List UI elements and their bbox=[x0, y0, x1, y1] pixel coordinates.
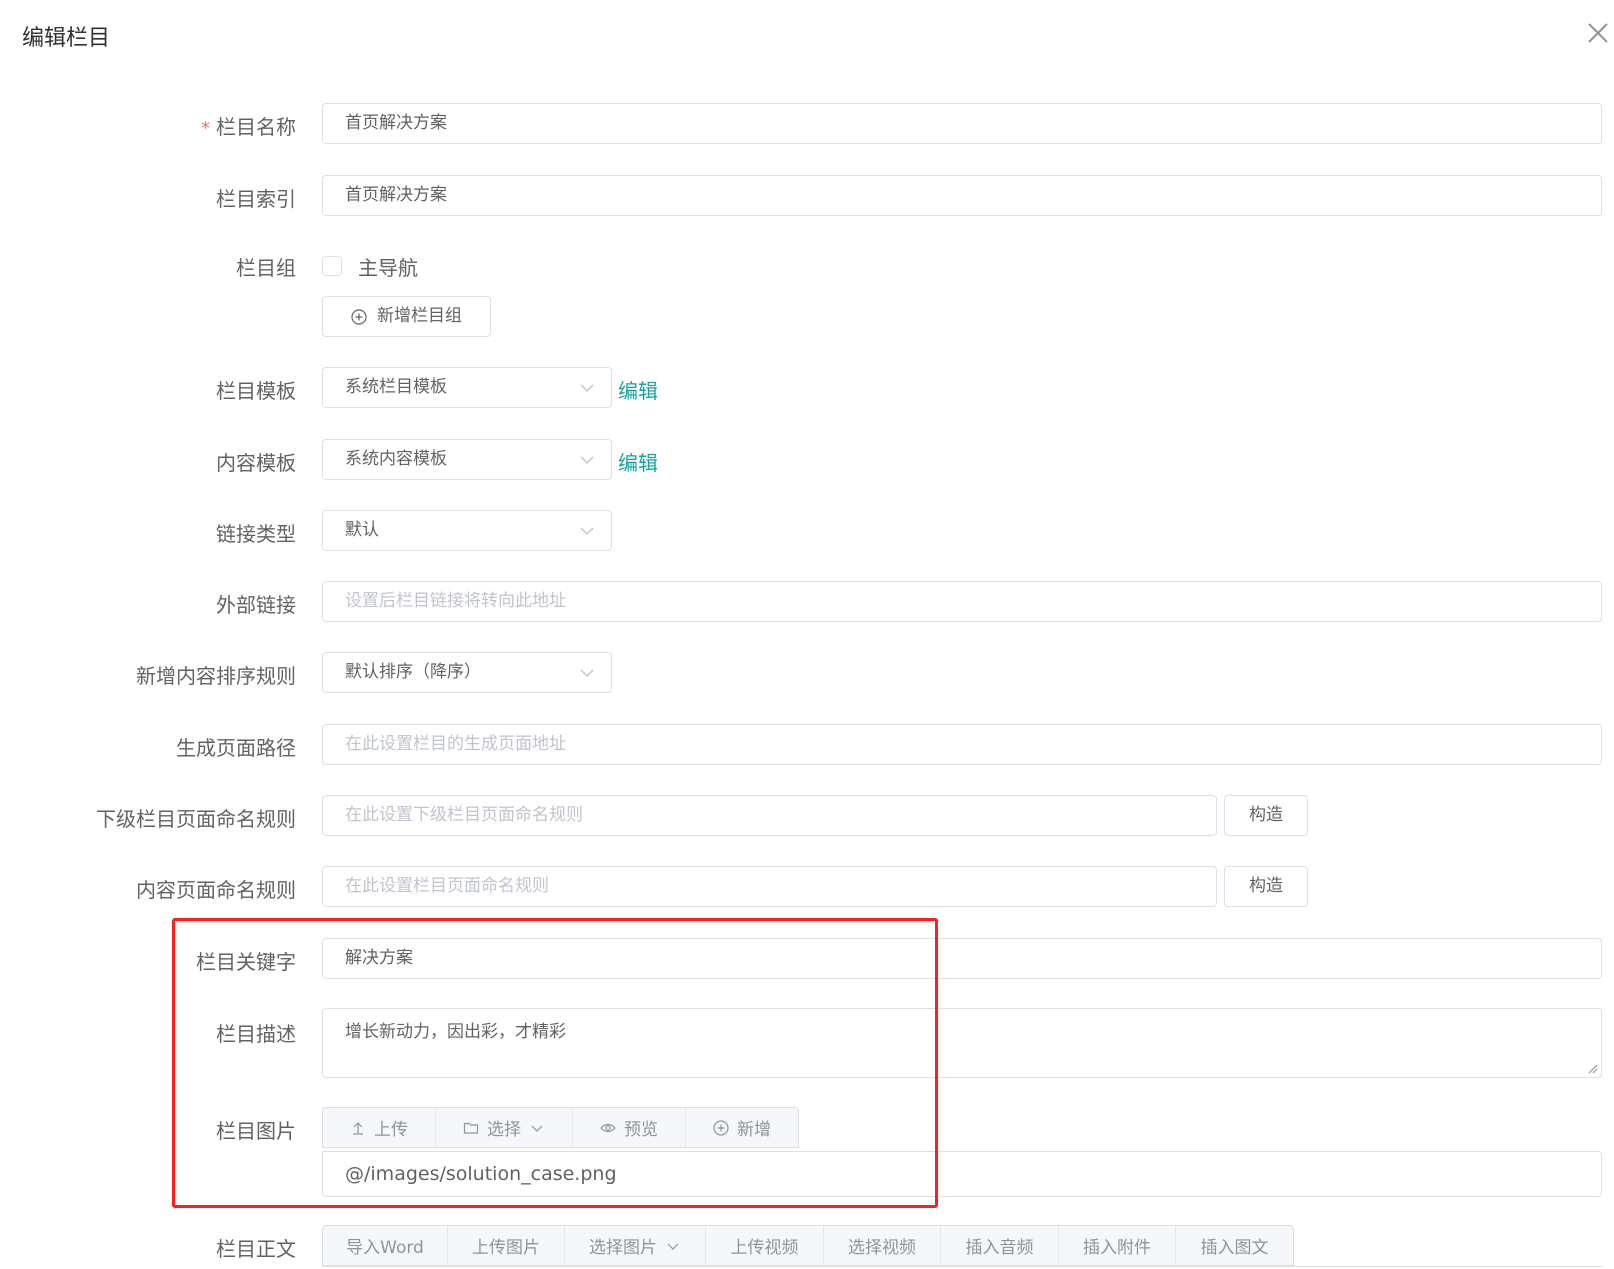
field-label-external-link: 外部链接 bbox=[216, 593, 296, 617]
plus-circle-icon bbox=[351, 308, 367, 325]
content-template-value: 系统内容模板 bbox=[345, 449, 447, 469]
insert-audio-button[interactable]: 插入音频 bbox=[941, 1226, 1059, 1265]
image-select-button[interactable]: 选择 bbox=[436, 1108, 573, 1147]
index-input[interactable]: 首页解决方案 bbox=[322, 175, 1602, 216]
construct-content-naming-button[interactable]: 构造 bbox=[1224, 866, 1308, 907]
select-image-label: 选择图片 bbox=[589, 1238, 657, 1258]
edit-content-template-link[interactable]: 编辑 bbox=[618, 447, 658, 476]
required-mark: * bbox=[201, 118, 210, 139]
main-nav-checkbox-label[interactable]: 主导航 bbox=[358, 252, 418, 281]
chevron-down-icon bbox=[580, 669, 594, 678]
image-preview-button[interactable]: 预览 bbox=[573, 1108, 686, 1147]
chevron-down-icon bbox=[580, 456, 594, 465]
external-link-input[interactable]: 设置后栏目链接将转向此地址 bbox=[322, 581, 1602, 622]
field-label-index: 栏目索引 bbox=[216, 187, 296, 211]
keywords-input[interactable]: 解决方案 bbox=[322, 938, 1602, 979]
plus-circle-icon bbox=[713, 1119, 729, 1136]
add-channel-group-label: 新增栏目组 bbox=[377, 306, 462, 326]
image-preview-label: 预览 bbox=[624, 1120, 658, 1140]
select-image-button[interactable]: 选择图片 bbox=[565, 1226, 706, 1265]
image-button-group: 上传 选择 预览 新增 bbox=[322, 1107, 799, 1148]
sort-rule-value: 默认排序（降序） bbox=[345, 662, 481, 682]
chevron-down-icon bbox=[667, 1243, 679, 1250]
insert-image-text-button[interactable]: 插入图文 bbox=[1176, 1226, 1293, 1265]
folder-icon bbox=[463, 1122, 479, 1134]
field-label-content-template: 内容模板 bbox=[216, 451, 296, 475]
chevron-down-icon bbox=[531, 1125, 543, 1132]
construct-child-naming-button[interactable]: 构造 bbox=[1224, 795, 1308, 836]
chevron-down-icon bbox=[580, 527, 594, 536]
channel-template-select[interactable]: 系统栏目模板 bbox=[322, 367, 612, 408]
image-path-input[interactable]: @/images/solution_case.png bbox=[322, 1151, 1602, 1197]
edit-channel-template-link[interactable]: 编辑 bbox=[618, 375, 658, 404]
field-label-child-naming: 下级栏目页面命名规则 bbox=[96, 807, 296, 831]
content-template-select[interactable]: 系统内容模板 bbox=[322, 439, 612, 480]
main-nav-checkbox[interactable] bbox=[322, 256, 342, 276]
image-upload-button[interactable]: 上传 bbox=[323, 1108, 436, 1147]
field-label-page-path: 生成页面路径 bbox=[176, 736, 296, 760]
add-channel-group-button[interactable]: 新增栏目组 bbox=[322, 296, 491, 337]
field-label-content-naming: 内容页面命名规则 bbox=[136, 878, 296, 902]
channel-template-value: 系统栏目模板 bbox=[345, 377, 447, 397]
field-label-keywords: 栏目关键字 bbox=[196, 950, 296, 974]
content-naming-input[interactable]: 在此设置栏目页面命名规则 bbox=[322, 866, 1217, 907]
insert-attachment-button[interactable]: 插入附件 bbox=[1059, 1226, 1176, 1265]
field-label-channel-template: 栏目模板 bbox=[216, 379, 296, 403]
dialog-title: 编辑栏目 bbox=[22, 26, 111, 51]
chevron-down-icon bbox=[580, 384, 594, 393]
field-label-body: 栏目正文 bbox=[216, 1237, 296, 1261]
upload-video-button[interactable]: 上传视频 bbox=[706, 1226, 824, 1265]
field-label-image: 栏目图片 bbox=[216, 1119, 296, 1143]
child-naming-input[interactable]: 在此设置下级栏目页面命名规则 bbox=[322, 795, 1217, 836]
description-textarea[interactable]: 增长新动力，因出彩，才精彩 bbox=[322, 1008, 1602, 1078]
image-add-button[interactable]: 新增 bbox=[686, 1108, 798, 1147]
link-type-select[interactable]: 默认 bbox=[322, 510, 612, 551]
body-editor-toolbar: 导入Word 上传图片 选择图片 上传视频 选择视频 插入音频 插入附件 插入图… bbox=[322, 1225, 1294, 1266]
image-select-label: 选择 bbox=[487, 1120, 521, 1140]
select-video-button[interactable]: 选择视频 bbox=[824, 1226, 941, 1265]
field-label-sort-rule: 新增内容排序规则 bbox=[136, 664, 296, 688]
close-icon[interactable] bbox=[1583, 18, 1613, 48]
field-label-link-type: 链接类型 bbox=[216, 522, 296, 546]
sort-rule-select[interactable]: 默认排序（降序） bbox=[322, 652, 612, 693]
page-path-input[interactable]: 在此设置栏目的生成页面地址 bbox=[322, 724, 1602, 765]
name-input[interactable]: 首页解决方案 bbox=[322, 103, 1602, 144]
upload-image-button[interactable]: 上传图片 bbox=[448, 1226, 565, 1265]
description-value: 增长新动力，因出彩，才精彩 bbox=[345, 1022, 566, 1042]
field-label-group: 栏目组 bbox=[236, 256, 296, 280]
upload-icon bbox=[353, 1121, 363, 1135]
image-upload-label: 上传 bbox=[374, 1120, 408, 1140]
eye-icon bbox=[600, 1123, 616, 1132]
import-word-button[interactable]: 导入Word bbox=[323, 1226, 448, 1265]
link-type-value: 默认 bbox=[345, 520, 379, 540]
field-label-description: 栏目描述 bbox=[216, 1022, 296, 1046]
image-add-label: 新增 bbox=[737, 1120, 771, 1140]
resize-handle-icon[interactable] bbox=[1586, 1062, 1598, 1074]
field-label-name: * 栏目名称 bbox=[201, 115, 296, 139]
